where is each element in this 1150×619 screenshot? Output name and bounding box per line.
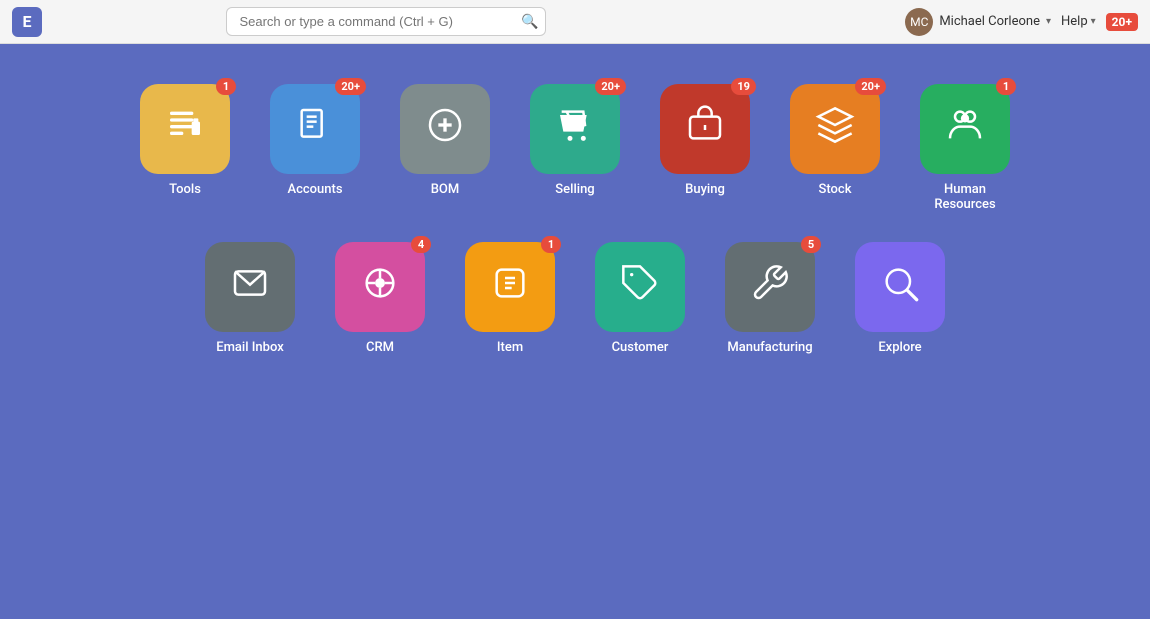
badge-hr: 1: [996, 78, 1016, 95]
app-icon-bom: [400, 84, 490, 174]
notification-badge[interactable]: 20+: [1106, 13, 1138, 31]
help-chevron-icon: ▾: [1091, 16, 1096, 27]
accounts-icon: [295, 105, 335, 154]
search-input[interactable]: [226, 7, 546, 36]
customer-icon: [620, 263, 660, 312]
app-logo[interactable]: E: [12, 7, 42, 37]
badge-item: 1: [541, 236, 561, 253]
app-tile-bom[interactable]: BOM: [395, 84, 495, 212]
user-menu[interactable]: MC Michael Corleone ▾: [905, 8, 1051, 36]
email-icon: [230, 263, 270, 312]
app-tile-buying[interactable]: 19 Buying: [655, 84, 755, 212]
explore-icon: [880, 263, 920, 312]
header: E 🔍 MC Michael Corleone ▾ Help ▾ 20+: [0, 0, 1150, 44]
bom-icon: [425, 105, 465, 154]
app-tile-item[interactable]: 1 Item: [460, 242, 560, 355]
app-label-item: Item: [497, 340, 523, 355]
app-tile-tools[interactable]: 1 Tools: [135, 84, 235, 212]
app-label-customer: Customer: [612, 340, 669, 355]
app-label-explore: Explore: [878, 340, 921, 355]
app-tile-hr[interactable]: 1 Human Resources: [915, 84, 1015, 212]
app-icon-hr: 1: [920, 84, 1010, 174]
tools-icon: [165, 105, 205, 154]
app-icon-manufacturing: 5: [725, 242, 815, 332]
app-icon-crm: 4: [335, 242, 425, 332]
help-button[interactable]: Help ▾: [1061, 14, 1096, 29]
app-tile-crm[interactable]: 4 CRM: [330, 242, 430, 355]
crm-icon: [360, 263, 400, 312]
badge-manufacturing: 5: [801, 236, 821, 253]
avatar: MC: [905, 8, 933, 36]
search-icon: 🔍: [521, 14, 538, 30]
stock-icon: [815, 105, 855, 154]
buying-icon: [685, 105, 725, 154]
hr-icon: [945, 105, 985, 154]
app-icon-selling: 20+: [530, 84, 620, 174]
badge-tools: 1: [216, 78, 236, 95]
manufacturing-icon: [750, 263, 790, 312]
app-icon-buying: 19: [660, 84, 750, 174]
badge-accounts: 20+: [335, 78, 366, 95]
app-label-manufacturing: Manufacturing: [727, 340, 812, 355]
app-tile-email-inbox[interactable]: Email Inbox: [200, 242, 300, 355]
app-row-1: 1 Tools 20+ Accounts BOM 20+ Selling 19 Buying 20…: [60, 84, 1090, 212]
badge-buying: 19: [731, 78, 756, 95]
app-icon-accounts: 20+: [270, 84, 360, 174]
app-label-buying: Buying: [685, 182, 725, 197]
app-label-email-inbox: Email Inbox: [216, 340, 284, 355]
app-tile-stock[interactable]: 20+ Stock: [785, 84, 885, 212]
app-icon-explore: [855, 242, 945, 332]
app-label-crm: CRM: [366, 340, 394, 355]
user-chevron-icon: ▾: [1046, 16, 1051, 27]
app-tile-selling[interactable]: 20+ Selling: [525, 84, 625, 212]
app-label-hr: Human Resources: [915, 182, 1015, 212]
app-icon-item: 1: [465, 242, 555, 332]
app-label-bom: BOM: [431, 182, 460, 197]
app-icon-customer: [595, 242, 685, 332]
app-tile-manufacturing[interactable]: 5 Manufacturing: [720, 242, 820, 355]
item-icon: [490, 263, 530, 312]
app-tile-explore[interactable]: Explore: [850, 242, 950, 355]
badge-stock: 20+: [855, 78, 886, 95]
help-label: Help: [1061, 14, 1088, 29]
selling-icon: [555, 105, 595, 154]
app-row-2: Email Inbox 4 CRM 1 Item Customer 5 Manufacturi…: [60, 242, 1090, 355]
app-label-tools: Tools: [169, 182, 201, 197]
app-tile-customer[interactable]: Customer: [590, 242, 690, 355]
app-tile-accounts[interactable]: 20+ Accounts: [265, 84, 365, 212]
app-icon-tools: 1: [140, 84, 230, 174]
user-name: Michael Corleone: [939, 14, 1040, 29]
app-icon-stock: 20+: [790, 84, 880, 174]
search-bar-container: 🔍: [226, 7, 546, 36]
app-label-selling: Selling: [555, 182, 594, 197]
header-right: MC Michael Corleone ▾ Help ▾ 20+: [905, 8, 1138, 36]
app-icon-email-inbox: [205, 242, 295, 332]
app-label-stock: Stock: [819, 182, 852, 197]
app-label-accounts: Accounts: [287, 182, 342, 197]
badge-selling: 20+: [595, 78, 626, 95]
main-content: 1 Tools 20+ Accounts BOM 20+ Selling 19 Buying 20…: [0, 44, 1150, 395]
badge-crm: 4: [411, 236, 431, 253]
